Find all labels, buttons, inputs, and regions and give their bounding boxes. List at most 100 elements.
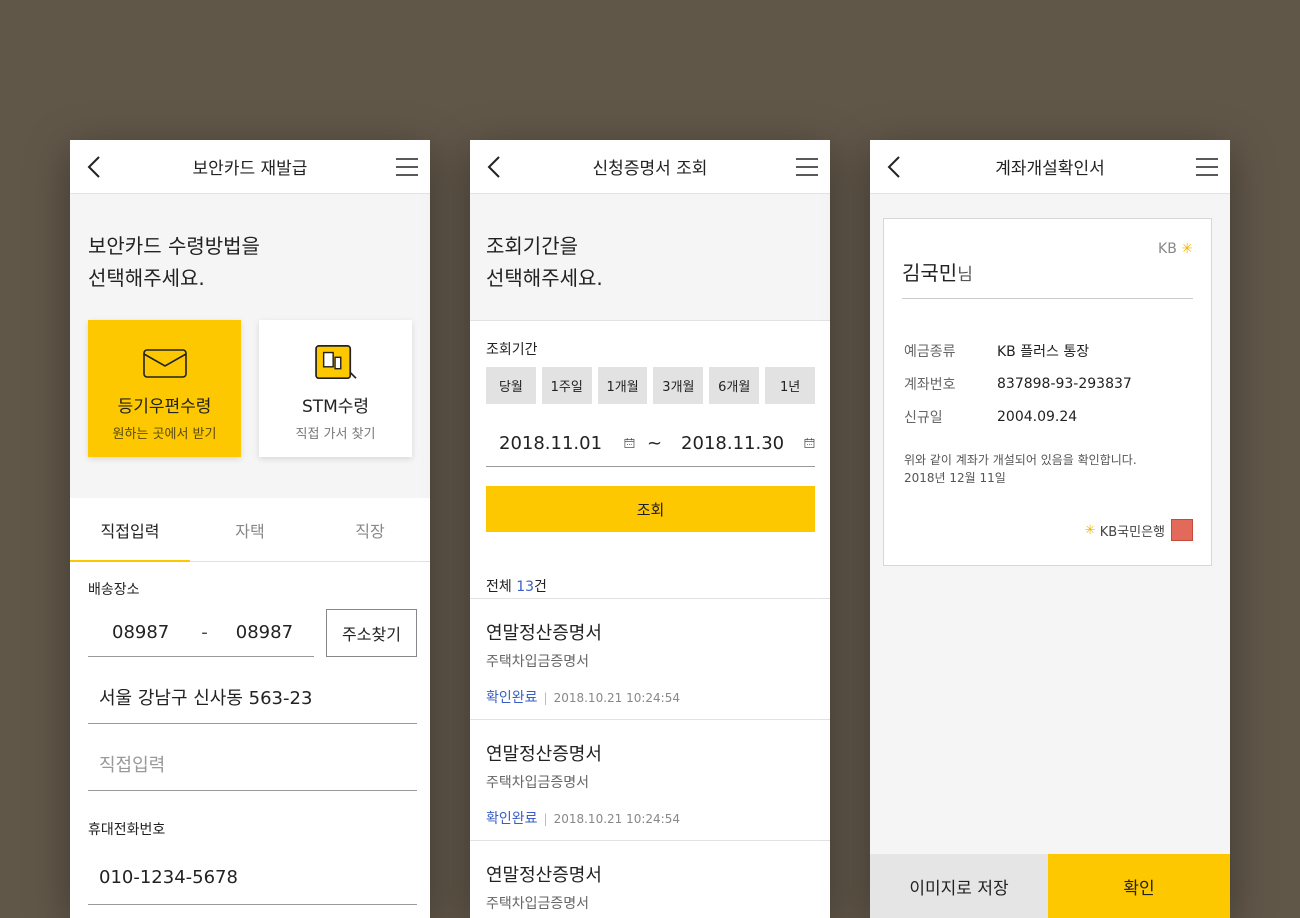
period-button[interactable]: 1주일 bbox=[541, 367, 592, 404]
detail-row: 신규일 2004.09.24 bbox=[904, 400, 1132, 433]
period-button[interactable]: 3개월 bbox=[653, 367, 704, 404]
intro-text: 보안카드 수령방법을 선택해주세요. bbox=[70, 194, 430, 320]
address-tabs: 직접입력 자택 직장 bbox=[70, 498, 430, 562]
end-date[interactable]: 2018.11.30 bbox=[681, 433, 784, 454]
kb-star-icon: ✳ bbox=[1084, 522, 1096, 538]
detail-key: 계좌번호 bbox=[904, 376, 956, 393]
name-value: 김국민 bbox=[902, 261, 958, 285]
back-arrow-icon[interactable] bbox=[484, 154, 506, 180]
zip-part-1: 08987 bbox=[112, 621, 170, 643]
bank-name: KB국민은행 bbox=[1099, 524, 1165, 540]
period-button[interactable]: 당월 bbox=[486, 367, 536, 404]
status-badge: 확인완료 bbox=[486, 811, 538, 827]
phone-input[interactable]: 010-1234-5678 bbox=[88, 851, 417, 905]
bottom-actions: 이미지로 저장 확인 bbox=[870, 854, 1230, 918]
find-address-button[interactable]: 주소찾기 bbox=[326, 608, 417, 657]
note-line: 위와 같이 계좌가 개설되어 있음을 확인합니다. bbox=[904, 453, 1137, 467]
customer-name: 김국민님 bbox=[902, 257, 973, 286]
account-confirmation-screen: 계좌개설확인서 KB ✳ 김국민님 예금종류 KB 플러스 통장 계좌번호 8378… bbox=[870, 140, 1230, 918]
option-stm[interactable]: STM수령 직접 가서 찾기 bbox=[259, 320, 412, 457]
detail-value: 2004.09.24 bbox=[997, 408, 1078, 425]
period-button[interactable]: 6개월 bbox=[709, 367, 760, 404]
hamburger-menu-icon[interactable] bbox=[1194, 155, 1220, 179]
back-arrow-icon[interactable] bbox=[84, 154, 106, 180]
kb-star-icon: ✳ bbox=[1181, 241, 1193, 257]
intro-text: 조회기간을 선택해주세요. bbox=[470, 194, 830, 320]
result-count: 전체 13건 bbox=[470, 572, 830, 599]
calendar-icon[interactable] bbox=[804, 431, 815, 455]
note-date: 2018년 12월 11일 bbox=[904, 471, 1006, 485]
receive-method-options: 등기우편수령 원하는 곳에서 받기 STM수령 직접 가서 찾기 bbox=[70, 320, 430, 498]
start-date[interactable]: 2018.11.01 bbox=[499, 433, 602, 454]
option-title: 등기우편수령 bbox=[117, 397, 212, 417]
save-image-button[interactable]: 이미지로 저장 bbox=[870, 854, 1048, 918]
detail-value: 837898-93-293837 bbox=[997, 375, 1132, 392]
period-filter: 조회기간 당월 1주일 1개월 3개월 6개월 1년 2018.11.01 ~ … bbox=[470, 320, 830, 572]
kb-logo: KB ✳ bbox=[1158, 241, 1193, 257]
option-registered-mail[interactable]: 등기우편수령 원하는 곳에서 받기 bbox=[88, 320, 241, 457]
meta-divider: | bbox=[543, 812, 548, 826]
count-suffix: 건 bbox=[534, 579, 547, 595]
list-item[interactable]: 연말정산증명서 주택차입금증명서 bbox=[470, 841, 830, 918]
intro-line: 선택해주세요. bbox=[486, 266, 603, 290]
hamburger-menu-icon[interactable] bbox=[394, 155, 420, 179]
list-item[interactable]: 연말정산증명서 주택차입금증명서 확인완료 | 2018.10.21 10:24:5… bbox=[470, 720, 830, 841]
logo-text: KB bbox=[1158, 241, 1177, 257]
date-separator: ~ bbox=[646, 432, 663, 454]
detail-key: 예금종류 bbox=[904, 343, 956, 360]
back-arrow-icon[interactable] bbox=[884, 154, 906, 180]
list-item[interactable]: 연말정산증명서 주택차입금증명서 확인완료 | 2018.10.21 10:24:5… bbox=[470, 599, 830, 720]
header: 신청증명서 조회 bbox=[470, 140, 830, 194]
option-subtitle: 원하는 곳에서 받기 bbox=[112, 427, 217, 442]
zip-code-field[interactable]: 08987 - 08987 bbox=[88, 608, 314, 657]
tab-work[interactable]: 직장 bbox=[310, 498, 430, 561]
address-field[interactable]: 서울 강남구 신사동 563-23 bbox=[88, 657, 417, 724]
intro-line: 선택해주세요. bbox=[88, 266, 205, 290]
delivery-form: 배송장소 08987 - 08987 주소찾기 서울 강남구 신사동 563-2… bbox=[70, 562, 430, 918]
tab-home[interactable]: 자택 bbox=[190, 498, 310, 561]
period-label: 조회기간 bbox=[486, 342, 538, 358]
page-title: 계좌개설확인서 bbox=[995, 159, 1105, 179]
detail-row: 예금종류 KB 플러스 통장 bbox=[904, 334, 1132, 367]
phone-label: 휴대전화번호 bbox=[88, 822, 166, 838]
zip-row: 08987 - 08987 주소찾기 bbox=[88, 608, 417, 657]
intro-line: 조회기간을 bbox=[486, 234, 578, 258]
item-meta: 확인완료 | 2018.10.21 10:24:54 bbox=[486, 687, 814, 707]
item-timestamp: 2018.10.21 10:24:54 bbox=[553, 812, 680, 826]
period-button[interactable]: 1개월 bbox=[597, 367, 648, 404]
detail-address-input[interactable]: 직접입력 bbox=[88, 724, 417, 791]
option-title: STM수령 bbox=[301, 397, 370, 417]
count-value: 13 bbox=[516, 579, 535, 595]
period-button[interactable]: 1년 bbox=[765, 367, 815, 404]
zip-dash: - bbox=[201, 621, 208, 643]
detail-key: 신규일 bbox=[904, 409, 943, 426]
page-title: 보안카드 재발급 bbox=[192, 159, 308, 179]
meta-divider: | bbox=[543, 691, 548, 705]
item-title: 연말정산증명서 bbox=[486, 744, 602, 765]
confirmation-note: 위와 같이 계좌가 개설되어 있음을 확인합니다. 2018년 12월 11일 bbox=[904, 451, 1137, 487]
account-certificate: KB ✳ 김국민님 예금종류 KB 플러스 통장 계좌번호 837898-93-29… bbox=[883, 218, 1212, 566]
header: 보안카드 재발급 bbox=[70, 140, 430, 194]
status-badge: 확인완료 bbox=[486, 690, 538, 706]
tab-direct-input[interactable]: 직접입력 bbox=[70, 498, 190, 562]
date-range: 2018.11.01 ~ 2018.11.30 bbox=[486, 420, 815, 467]
header: 계좌개설확인서 bbox=[870, 140, 1230, 194]
card-reissue-screen: 보안카드 재발급 보안카드 수령방법을 선택해주세요. 등기우편수령 원하는 곳… bbox=[70, 140, 430, 918]
envelope-icon bbox=[142, 349, 187, 378]
search-button[interactable]: 조회 bbox=[486, 486, 815, 532]
divider bbox=[902, 298, 1193, 299]
certificate-search-screen: 신청증명서 조회 조회기간을 선택해주세요. 조회기간 당월 1주일 1개월 3… bbox=[470, 140, 830, 918]
calendar-icon[interactable] bbox=[624, 431, 635, 455]
delivery-label: 배송장소 bbox=[88, 582, 140, 598]
intro-line: 보안카드 수령방법을 bbox=[88, 234, 260, 258]
confirm-button[interactable]: 확인 bbox=[1048, 854, 1230, 918]
count-prefix: 전체 bbox=[486, 579, 517, 595]
bank-seal-icon bbox=[1171, 519, 1193, 541]
zip-part-2: 08987 bbox=[235, 621, 294, 643]
option-subtitle: 직접 가서 찾기 bbox=[295, 427, 376, 442]
item-timestamp: 2018.10.21 10:24:54 bbox=[553, 691, 680, 705]
stm-machine-icon bbox=[314, 345, 357, 380]
item-meta: 확인완료 | 2018.10.21 10:24:54 bbox=[486, 808, 814, 828]
hamburger-menu-icon[interactable] bbox=[794, 155, 820, 179]
detail-value: KB 플러스 통장 bbox=[997, 343, 1090, 360]
